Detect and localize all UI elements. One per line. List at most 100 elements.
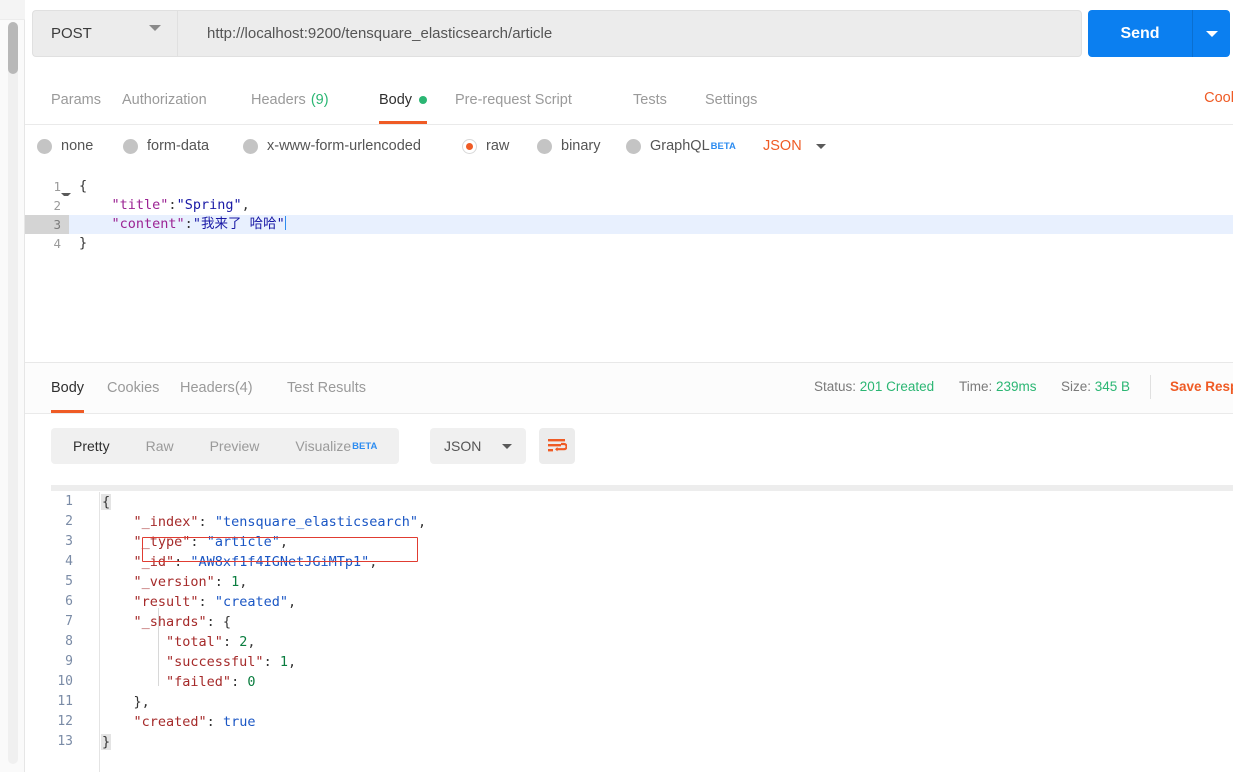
request-format-selector[interactable]: JSON (763, 138, 826, 154)
response-tab-cookies[interactable]: Cookies (107, 363, 159, 413)
line-number: 2 (25, 196, 69, 215)
view-mode-label: Raw (145, 438, 174, 454)
request-code-line: 2 "title":"Spring", (25, 196, 1233, 215)
send-button[interactable]: Send (1088, 10, 1192, 57)
response-code-line: 7 "_shards": { (25, 612, 1233, 632)
code-text: "successful": 1, (166, 654, 297, 670)
body-type-label: GraphQL (650, 138, 710, 154)
code-text: { (101, 494, 112, 510)
tab-label: Cookies (107, 380, 160, 396)
wrap-lines-button[interactable] (539, 428, 575, 464)
request-body-editor[interactable]: 1{2 "title":"Spring", 3 "content":"我来了 哈哈… (25, 177, 1233, 363)
line-number: 5 (65, 574, 73, 589)
line-number: 8 (65, 634, 73, 649)
tab-authorization[interactable]: Authorization (122, 76, 207, 124)
status-label: Status: (814, 379, 857, 394)
request-code-area[interactable]: 1{2 "title":"Spring", 3 "content":"我来了 哈哈… (25, 177, 1233, 362)
view-mode-label: Preview (209, 438, 260, 454)
response-format-selector[interactable]: JSON (430, 428, 526, 464)
radio-icon (626, 138, 641, 154)
response-body-viewer[interactable]: 1{2 "_index": "tensquare_elasticsearch",… (25, 492, 1233, 772)
response-code-line: 13} (25, 732, 1233, 752)
radio-icon (37, 138, 52, 154)
tab-tests[interactable]: Tests (633, 76, 667, 124)
code-text: "created": true (133, 714, 256, 730)
response-code-line: 4 "_id": "AW8xf1f4IGNetJGiMTp1", (25, 552, 1233, 572)
tab-label: Authorization (122, 92, 207, 108)
body-type-row: none form-data x-www-form-urlencoded raw… (25, 125, 1233, 177)
body-type-form-data[interactable]: form-data (123, 138, 209, 154)
response-code-line: 6 "result": "created", (25, 592, 1233, 612)
tab-settings[interactable]: Settings (705, 76, 757, 124)
time-label: Time: (959, 379, 993, 394)
beta-badge: BETA (710, 140, 736, 152)
divider (1150, 375, 1151, 399)
size-value: 345 B (1094, 379, 1131, 394)
radio-icon (123, 138, 138, 154)
response-tab-test-results[interactable]: Test Results (287, 363, 366, 413)
vertical-scrollbar-thumb[interactable] (8, 22, 18, 74)
vertical-scrollbar-track[interactable] (8, 22, 18, 764)
save-response-link[interactable]: Save Resp (1170, 379, 1233, 394)
view-mode-raw[interactable]: Raw (128, 428, 192, 464)
body-type-none[interactable]: none (37, 138, 93, 154)
http-method-label: POST (51, 25, 92, 42)
view-mode-preview[interactable]: Preview (192, 428, 278, 464)
response-format-label: JSON (444, 438, 482, 454)
request-response-pane: POST http://localhost:9200/tensquare_ela… (25, 0, 1233, 772)
response-tab-bar: Body Cookies Headers (4) Test Results St… (25, 363, 1233, 414)
line-number: 3 (25, 215, 69, 234)
line-number: 9 (65, 654, 73, 669)
response-tab-headers[interactable]: Headers (4) (180, 363, 253, 413)
body-type-binary[interactable]: binary (537, 138, 601, 154)
code-text: { (79, 178, 88, 194)
http-method-selector[interactable]: POST (32, 10, 177, 57)
size-label: Size: (1061, 379, 1092, 394)
request-tab-bar: Params Authorization Headers (9) Body Pr… (25, 76, 1233, 125)
response-view-mode-group: Pretty Raw Preview Visualize BETA (51, 428, 400, 464)
response-tab-body[interactable]: Body (51, 363, 85, 413)
indent-guide (158, 608, 159, 686)
url-input[interactable]: http://localhost:9200/tensquare_elastics… (177, 10, 1082, 57)
tab-body[interactable]: Body (379, 76, 428, 124)
view-mode-pretty[interactable]: Pretty (55, 428, 128, 464)
response-horizontal-scrollbar[interactable] (51, 485, 1233, 491)
body-type-label: form-data (147, 138, 210, 154)
line-number: 10 (57, 674, 73, 689)
text-cursor (284, 216, 286, 230)
body-present-indicator-icon (419, 96, 428, 104)
body-type-graphql[interactable]: GraphQL BETA (626, 138, 736, 154)
line-number: 11 (57, 694, 73, 709)
response-code-line: 12 "created": true (25, 712, 1233, 732)
tab-headers[interactable]: Headers (9) (251, 76, 329, 124)
code-text: "_shards": { (133, 614, 232, 630)
view-mode-visualize[interactable]: Visualize BETA (277, 428, 395, 464)
response-code-area: 1{2 "_index": "tensquare_elasticsearch",… (25, 492, 1233, 752)
radio-icon (537, 138, 552, 154)
tab-label: Params (51, 92, 101, 108)
tab-label: Pre-request Script (455, 92, 572, 108)
body-type-label: raw (486, 138, 510, 154)
tab-label: Settings (705, 92, 758, 108)
left-scrollbar-strip (0, 0, 25, 772)
send-options-button[interactable] (1192, 10, 1230, 57)
view-mode-label: Visualize (295, 438, 352, 454)
body-type-urlencoded[interactable]: x-www-form-urlencoded (243, 138, 421, 154)
tab-pre-request-script[interactable]: Pre-request Script (455, 76, 572, 124)
code-text: "title":"Spring", (111, 197, 250, 213)
tab-params[interactable]: Params (51, 76, 101, 124)
chevron-down-icon (815, 143, 826, 149)
code-text: "_version": 1, (133, 574, 248, 590)
status-value: 201 Created (859, 379, 935, 394)
body-type-raw[interactable]: raw (462, 138, 509, 154)
status-badge: Status: 201 Created (814, 379, 934, 394)
code-text: "total": 2, (166, 634, 256, 650)
radio-icon-selected (462, 138, 477, 154)
tab-label: Body (379, 92, 413, 108)
tab-label: Headers (251, 92, 306, 108)
line-number: 1 (65, 494, 73, 509)
url-bar-row: POST http://localhost:9200/tensquare_ela… (25, 0, 1233, 76)
response-code-line: 1{ (25, 492, 1233, 512)
cookies-link[interactable]: Cook (1204, 90, 1233, 106)
response-code-line: 5 "_version": 1, (25, 572, 1233, 592)
